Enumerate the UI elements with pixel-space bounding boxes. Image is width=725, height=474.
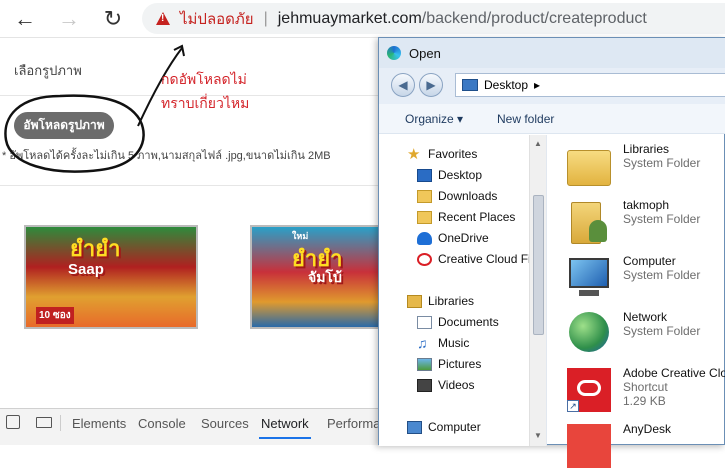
nav-item[interactable]: Pictures [417, 354, 481, 374]
nav-item[interactable]: OneDrive [417, 228, 489, 248]
dialog-navbar: ◀ ▶ Desktop ▸ [379, 68, 725, 104]
desktop-icon [462, 79, 478, 91]
nav-item[interactable]: ★ Favorites [407, 144, 477, 164]
back-arrow-icon[interactable]: ← [10, 4, 40, 34]
url-host: jehmuaymarket.com [277, 9, 422, 27]
file-item[interactable]: Libraries System Folder [565, 142, 700, 194]
dialog-titlebar[interactable]: Open [379, 38, 725, 68]
desktop-icon [417, 168, 432, 182]
chevron-right-icon[interactable]: ▸ [534, 78, 540, 92]
back-icon[interactable]: ◀ [391, 73, 415, 97]
nav-item[interactable]: Desktop [417, 165, 482, 185]
open-file-dialog: Open ◀ ▶ Desktop ▸ Organize ▾ New folder… [378, 37, 725, 468]
nav-item[interactable]: Videos [417, 375, 474, 395]
tab-sources[interactable]: Sources [199, 409, 251, 439]
product-package-art: ยำยำ Saap 10 ซอง [26, 227, 196, 327]
nav-item[interactable]: Creative Cloud Fi [417, 249, 531, 269]
user-folder-icon [565, 198, 613, 246]
file-item[interactable]: ↗ Adobe Creative Clou Shortcut 1.29 KB [565, 366, 725, 418]
file-item[interactable]: Computer System Folder [565, 254, 700, 306]
inspect-icon[interactable] [6, 415, 20, 429]
url-path: /backend/product/createproduct [421, 9, 647, 27]
pictures-icon [417, 357, 432, 371]
annotation-text-line2: ทราบเกี่ยวไหม [161, 95, 250, 111]
edge-browser-icon [387, 46, 401, 60]
file-item[interactable]: AnyDesk [565, 422, 671, 474]
annotation-circle [4, 94, 145, 173]
product-image[interactable]: ยำยำ Saap 10 ซอง [24, 225, 198, 329]
computer-icon [407, 420, 422, 434]
nav-item[interactable]: Computer [407, 417, 481, 437]
nav-item[interactable]: ♫ Music [417, 333, 469, 353]
nav-scrollbar[interactable]: ▲ ▼ [529, 135, 546, 446]
dialog-toolbar: Organize ▾ New folder [379, 104, 725, 134]
dialog-title: Open [409, 46, 441, 61]
address-separator: | [263, 9, 268, 27]
tab-network[interactable]: Network [259, 409, 311, 439]
reload-icon[interactable]: ↻ [98, 4, 128, 34]
navigation-pane: ★ Favorites Desktop Downloads Recent Plac… [379, 135, 547, 446]
forward-arrow-icon[interactable]: → [54, 4, 84, 34]
documents-icon [417, 315, 432, 329]
address-bar[interactable]: ไม่ปลอดภัย | jehmuaymarket.com /backend/… [142, 3, 725, 34]
devtools-tabbar: Elements Console Sources Network Perform… [0, 408, 385, 445]
product-badge: 10 ซอง [36, 307, 74, 324]
scroll-up-icon[interactable]: ▲ [534, 139, 542, 148]
anydesk-icon [565, 422, 613, 470]
star-icon: ★ [407, 145, 421, 163]
annotation-text-line1: กดอัพโหลดไม่ [161, 71, 247, 87]
nav-item[interactable]: Recent Places [417, 207, 515, 227]
browser-toolbar: ← → ↻ ไม่ปลอดภัย | jehmuaymarket.com /ba… [0, 0, 725, 38]
warning-icon [156, 12, 170, 25]
downloads-icon [417, 189, 432, 203]
nav-item[interactable]: Downloads [417, 186, 497, 206]
nav-item[interactable]: Documents [417, 312, 499, 332]
computer-icon [565, 254, 613, 302]
location-breadcrumb[interactable]: Desktop ▸ [455, 73, 725, 97]
product-badge: ใหม่ [292, 231, 309, 241]
forward-icon[interactable]: ▶ [419, 73, 443, 97]
scroll-down-icon[interactable]: ▼ [534, 431, 542, 440]
security-label[interactable]: ไม่ปลอดภัย [180, 7, 254, 31]
new-folder-button[interactable]: New folder [497, 112, 554, 126]
product-image[interactable]: ยำยำ จัมโบ้ ใหม่ [250, 225, 384, 329]
recent-places-icon [417, 210, 432, 224]
libraries-icon [407, 294, 422, 308]
onedrive-icon [417, 231, 432, 245]
file-item[interactable]: Network System Folder [565, 310, 700, 362]
music-icon: ♫ [417, 334, 428, 351]
product-flavor: Saap [68, 261, 104, 278]
file-item[interactable]: takmoph System Folder [565, 198, 700, 250]
libraries-folder-icon [565, 142, 613, 190]
divider [60, 415, 61, 431]
organize-button[interactable]: Organize ▾ [405, 112, 463, 126]
network-icon [565, 310, 613, 358]
videos-icon [417, 378, 432, 392]
annotation-drawing [4, 44, 185, 173]
location-label: Desktop [484, 78, 529, 92]
device-toolbar-icon[interactable] [36, 417, 52, 428]
tab-console[interactable]: Console [136, 409, 188, 439]
scrollbar-thumb[interactable] [533, 195, 544, 335]
product-package-art: ยำยำ จัมโบ้ ใหม่ [252, 227, 382, 327]
nav-item[interactable]: Libraries [407, 291, 474, 311]
creative-cloud-icon [417, 252, 432, 266]
tab-elements[interactable]: Elements [70, 409, 128, 439]
adobe-cc-icon: ↗ [565, 366, 613, 414]
product-flavor: จัมโบ้ [308, 269, 342, 285]
